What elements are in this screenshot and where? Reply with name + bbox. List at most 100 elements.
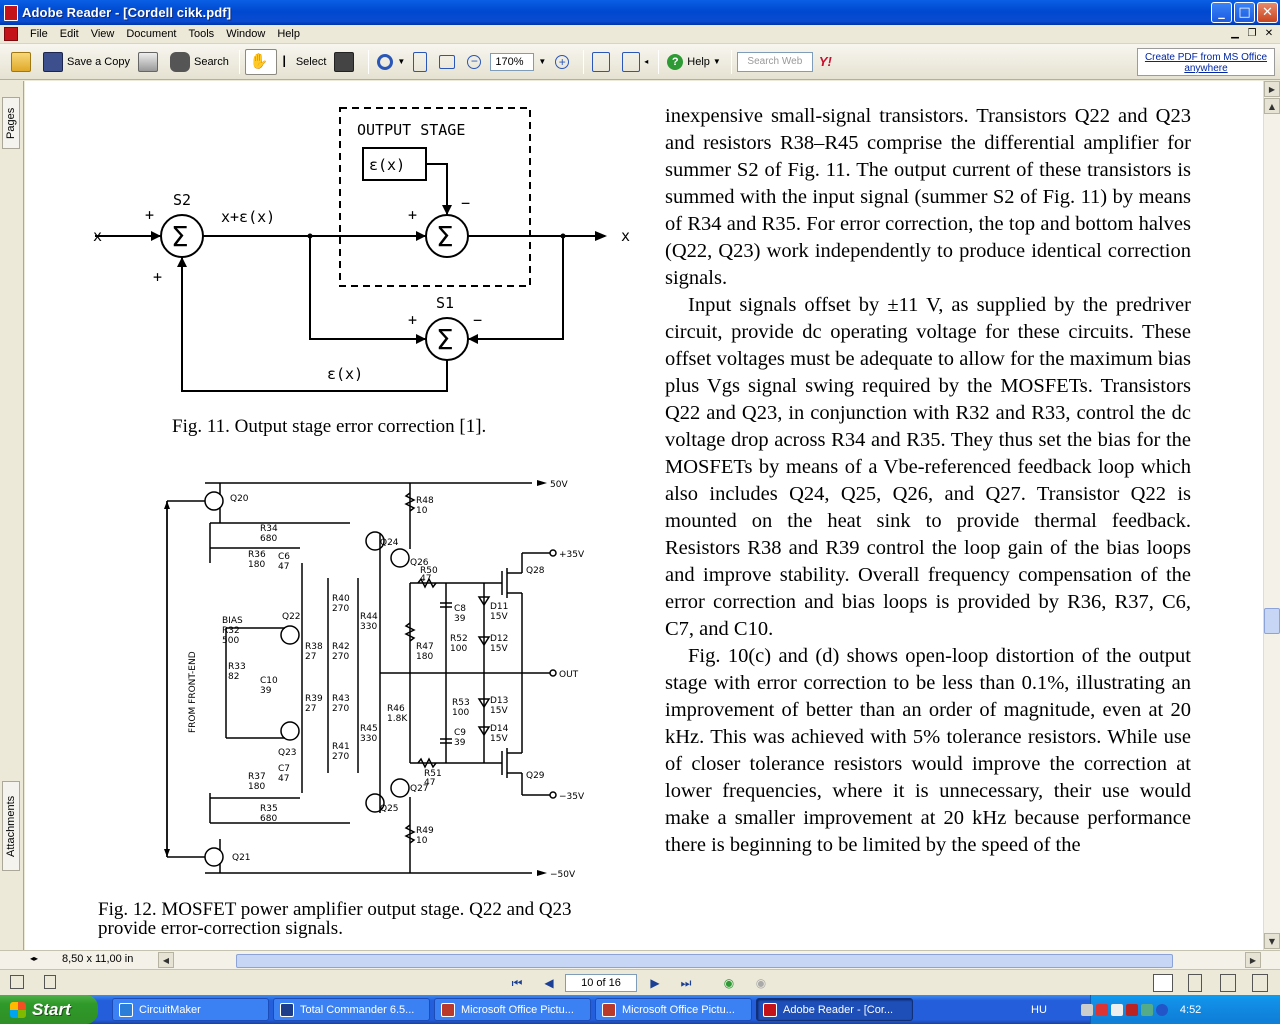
r52-label: R52 xyxy=(450,634,468,644)
fig11-caption: Fig. 11. Output stage error correction [… xyxy=(172,416,487,437)
save-copy-button[interactable]: Save a Copy xyxy=(40,49,133,75)
panel-toggle-2-icon[interactable] xyxy=(44,975,56,989)
continuous-layout-icon[interactable] xyxy=(1188,974,1202,992)
network-icon[interactable] xyxy=(1080,1003,1093,1016)
hand-tool-button[interactable]: ✋ xyxy=(244,48,277,75)
yahoo-icon[interactable]: Y! xyxy=(819,54,832,69)
scroll-right-button[interactable]: ▶ xyxy=(1245,952,1261,968)
doc-restore-icon[interactable]: ❐ xyxy=(1245,27,1259,40)
task-adobe-reader[interactable]: Adobe Reader - [Cor... xyxy=(756,998,913,1021)
search-button[interactable]: Search xyxy=(167,49,232,75)
last-page-button[interactable]: ⏭ xyxy=(677,975,695,991)
continuous-facing-layout-icon[interactable] xyxy=(1252,974,1268,992)
document-icon[interactable] xyxy=(4,27,18,41)
office-picture-icon xyxy=(441,1002,455,1017)
menu-edit[interactable]: Edit xyxy=(54,28,85,40)
fig12-caption-line2: provide error-correction signals. xyxy=(98,918,343,939)
doc-close-icon[interactable]: ✕ xyxy=(1262,27,1276,40)
title-bar[interactable]: Adobe Reader - [Cordell cikk.pdf] _ □ ✕ xyxy=(0,0,1280,25)
panel-toggle-icon[interactable] xyxy=(10,975,24,989)
s2-label: S2 xyxy=(173,191,191,209)
scroll-right-pane-icon[interactable]: ▶ xyxy=(1264,81,1280,97)
zoom-input[interactable]: 170% xyxy=(490,52,535,71)
next-view-button[interactable]: ◉ xyxy=(752,975,770,991)
menu-view[interactable]: View xyxy=(85,28,121,40)
r36-value: 180 xyxy=(248,560,265,570)
next-page-button[interactable]: ▶ xyxy=(646,975,664,991)
close-button[interactable]: ✕ xyxy=(1257,2,1278,23)
vertical-scroll-thumb[interactable] xyxy=(1264,608,1280,634)
vertical-scrollbar[interactable]: ▶ ▲ ▼ xyxy=(1263,81,1280,950)
paragraph-2: Input signals offset by ±11 V, as suppli… xyxy=(665,294,1191,640)
first-page-button[interactable]: ⏮ xyxy=(508,975,526,991)
chevron-left-icon[interactable]: ◂ xyxy=(644,57,648,66)
zoom-out-button[interactable]: − xyxy=(464,49,488,75)
rotate-view-button[interactable] xyxy=(589,49,617,75)
scroll-left-button[interactable]: ◀ xyxy=(158,952,174,968)
r41-value: 270 xyxy=(332,752,349,762)
actual-size-button[interactable] xyxy=(410,49,434,75)
page-number-input[interactable]: 10 of 16 xyxy=(565,974,637,992)
bluetooth-icon[interactable] xyxy=(1155,1003,1168,1016)
doc-minimize-icon[interactable]: ▁ xyxy=(1228,27,1242,40)
volume-icon[interactable] xyxy=(1110,1003,1123,1016)
attachments-tab[interactable]: Attachments xyxy=(2,781,20,871)
task-circuitmaker[interactable]: CircuitMaker xyxy=(112,998,269,1021)
scroll-down-button[interactable]: ▼ xyxy=(1264,933,1280,949)
chevron-down-icon[interactable]: ▼ xyxy=(397,57,405,66)
zoom-in-button[interactable]: + xyxy=(552,49,576,75)
menu-help[interactable]: Help xyxy=(271,28,306,40)
floppy-icon xyxy=(280,1002,294,1017)
menu-window[interactable]: Window xyxy=(220,28,271,40)
rail-m50: −50V xyxy=(550,870,576,880)
task-office-picture-2[interactable]: Microsoft Office Pictu... xyxy=(595,998,752,1021)
s1-minus: − xyxy=(473,311,482,329)
previous-page-button[interactable]: ◀ xyxy=(540,975,558,991)
previous-view-button[interactable]: ◉ xyxy=(720,975,738,991)
facing-layout-icon[interactable] xyxy=(1220,974,1236,992)
menu-tools[interactable]: Tools xyxy=(183,28,221,40)
antivirus-icon[interactable] xyxy=(1125,1003,1138,1016)
task-total-commander[interactable]: Total Commander 6.5... xyxy=(273,998,430,1021)
security-shield-icon[interactable] xyxy=(1095,1003,1108,1016)
input-x-label: x xyxy=(93,227,102,245)
single-page-layout-icon[interactable] xyxy=(1153,974,1173,992)
q21-label: Q21 xyxy=(232,853,251,863)
menu-document[interactable]: Document xyxy=(120,28,182,40)
page-size-toggle-icon[interactable]: ◂▸ xyxy=(30,954,38,963)
open-button[interactable] xyxy=(8,49,38,75)
select-tool-button[interactable]: I Select xyxy=(279,49,330,75)
d11-value: 15V xyxy=(490,612,508,622)
start-label: Start xyxy=(32,999,71,1019)
help-button[interactable]: ? Help ▼ xyxy=(664,49,724,75)
fit-width-button[interactable] xyxy=(436,49,462,75)
maximize-button[interactable]: □ xyxy=(1234,2,1255,23)
scroll-up-button[interactable]: ▲ xyxy=(1264,98,1280,114)
camera-icon xyxy=(334,51,355,72)
language-indicator[interactable]: HU xyxy=(1031,1004,1047,1016)
r45-value: 330 xyxy=(360,734,377,744)
zoom-in-tool-button[interactable]: ▼ xyxy=(374,49,408,75)
search-web-input[interactable]: Search Web xyxy=(736,51,813,72)
r38-label: R38 xyxy=(305,642,323,652)
document-view[interactable]: OUTPUT STAGE ε(x) S2 S1 x x x+ε(x) ε(x) … xyxy=(25,81,1263,950)
create-pdf-link[interactable]: Create PDF from MS Office anywhere xyxy=(1137,48,1275,76)
task-office-picture-1[interactable]: Microsoft Office Pictu... xyxy=(434,998,591,1021)
rail-p50: 50V xyxy=(550,480,568,490)
c6-value: 47 xyxy=(278,562,289,572)
c8-value: 39 xyxy=(454,614,466,624)
minimize-button[interactable]: _ xyxy=(1211,2,1232,23)
create-pdf-line1: Create PDF from MS Office xyxy=(1144,52,1268,63)
menu-file[interactable]: File xyxy=(24,28,54,40)
clock[interactable]: 4:52 xyxy=(1180,1004,1201,1016)
pages-tab[interactable]: Pages xyxy=(2,97,20,149)
snapshot-button[interactable] xyxy=(331,49,361,75)
horizontal-scroll-thumb[interactable] xyxy=(236,954,1173,968)
print-button[interactable] xyxy=(135,49,165,75)
chevron-down-icon[interactable]: ▼ xyxy=(713,57,721,66)
zoom-dropdown-icon[interactable]: ▼ xyxy=(538,57,546,66)
page-layout-button[interactable]: ◂ xyxy=(619,49,651,75)
display-icon[interactable] xyxy=(1140,1003,1153,1016)
start-button[interactable]: Start xyxy=(0,995,98,1024)
save-copy-label: Save a Copy xyxy=(67,55,130,68)
